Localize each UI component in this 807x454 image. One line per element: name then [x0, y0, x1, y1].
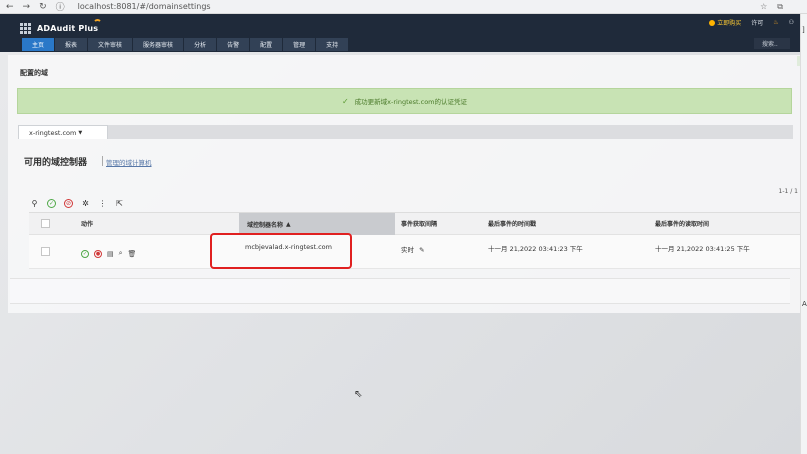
caret-down-icon: ▼: [78, 129, 83, 136]
user-icon[interactable]: ⚇: [789, 19, 794, 26]
mouse-cursor-icon: ⇖: [354, 389, 363, 400]
back-icon[interactable]: ←: [6, 2, 14, 12]
enable-icon[interactable]: ✓: [81, 249, 89, 258]
page-title: 配置的域: [20, 69, 48, 77]
interval-cell: 实时 ✎: [401, 244, 425, 254]
tab-0[interactable]: 主页: [22, 38, 55, 51]
license-link[interactable]: 许可: [751, 18, 763, 27]
disable-icon[interactable]: ⊘: [64, 199, 73, 208]
col-dc-name-label: 域控制器名称: [247, 221, 284, 229]
view-icon[interactable]: ⌕: [119, 249, 123, 258]
tab-2[interactable]: 文件审核: [88, 38, 133, 51]
delete-icon[interactable]: 🗑: [128, 250, 137, 258]
table-row: ✓ ● ▤ ⌕ 🗑 mcbjevalad.x-ringtest.com 实时 ✎…: [29, 235, 800, 269]
app-header: ADAudit Plus 立即购买 许可 ♨ ⚇ 主页 报表 文件审核 服务器审核 分析…: [0, 14, 800, 52]
col-action: 动作: [81, 221, 94, 228]
settings-icon[interactable]: ✲: [81, 199, 90, 208]
pencil-icon[interactable]: ✎: [419, 246, 424, 254]
browser-toolbar: ← → ↻ ⓘ localhost:8081/#/domainsettings …: [0, 0, 807, 14]
tab-5[interactable]: 告警: [217, 38, 250, 51]
col-dc-name[interactable]: 域控制器名称 ▲: [239, 213, 395, 235]
edge-glyph: ]: [802, 26, 805, 34]
col-last-read-time: 最后事件的读取时间: [655, 221, 710, 228]
domain-selector[interactable]: x-ringtest.com ▼: [18, 125, 108, 139]
tab-6[interactable]: 配置: [250, 38, 283, 51]
edit-icon[interactable]: ▤: [107, 250, 114, 258]
tab-4[interactable]: 分析: [184, 38, 217, 51]
col-last-event-time: 最后事件的时间戳: [488, 221, 537, 228]
header-right: 立即购买 许可 ♨ ⚇: [709, 18, 794, 27]
stop-icon[interactable]: ●: [94, 249, 102, 258]
apps-grid-icon[interactable]: [20, 23, 31, 34]
table-header: 动作 域控制器名称 ▲ 事件获取间隔 最后事件的时间戳 最后事件的读取时间: [29, 213, 800, 235]
export-icon[interactable]: ⇱: [115, 199, 124, 208]
last-read-time-cell: 十一月 21,2022 03:41:25 下午: [655, 245, 750, 253]
select-all-checkbox[interactable]: [41, 219, 50, 228]
notification-icon[interactable]: ♨: [773, 19, 778, 26]
manage-computers-link[interactable]: 管理的域计算机: [106, 157, 152, 167]
last-event-time-cell: 十一月 21,2022 03:41:23 下午: [488, 245, 583, 253]
buy-now-link[interactable]: 立即购买: [709, 18, 741, 27]
tab-7[interactable]: 管理: [283, 38, 316, 51]
browser-menu-icons[interactable]: ☆⧉: [760, 2, 793, 12]
main-tabs: 主页 报表 文件审核 服务器审核 分析 告警 配置 管理 支持: [22, 38, 349, 51]
address-bar[interactable]: localhost:8081/#/domainsettings: [78, 2, 211, 11]
interval-value: 实时: [401, 246, 414, 254]
brand-logo: ADAudit Plus: [37, 24, 99, 33]
tab-1[interactable]: 报表: [55, 38, 88, 51]
more-icon[interactable]: ⋮: [98, 199, 107, 208]
tab-8[interactable]: 支持: [316, 38, 349, 51]
content-panel: 配置的域 ✓ 成功更新域x-ringtest.com的认证凭证 x-ringte…: [8, 55, 800, 313]
info-icon[interactable]: ⓘ: [56, 0, 65, 13]
search-input[interactable]: 搜索..: [754, 38, 790, 49]
right-edge-panel: ] A: [800, 14, 807, 454]
reload-icon[interactable]: ↻: [39, 2, 47, 12]
forward-icon[interactable]: →: [23, 2, 31, 12]
row-actions: ✓ ● ▤ ⌕ 🗑: [81, 249, 136, 258]
domain-selector-label: x-ringtest.com: [29, 128, 77, 137]
table-toolbar: ⚲ ✓ ⊘ ✲ ⋮ ⇱: [30, 199, 124, 208]
lower-divider: [10, 278, 790, 304]
section-title: 可用的域控制器: [24, 158, 88, 168]
dc-table: 动作 域控制器名称 ▲ 事件获取间隔 最后事件的时间戳 最后事件的读取时间 ✓ …: [29, 212, 800, 269]
tab-3[interactable]: 服务器审核: [133, 38, 184, 51]
pager: 1-1 / 1: [778, 188, 798, 195]
logo-row: ADAudit Plus 立即购买 许可 ♨ ⚇: [0, 14, 800, 36]
brand-swoosh-icon: [93, 19, 102, 28]
sort-asc-icon: ▲: [286, 220, 291, 228]
col-interval: 事件获取间隔: [401, 221, 438, 228]
edge-glyph: A: [802, 300, 807, 308]
cart-icon: [709, 19, 716, 26]
divider: [102, 156, 103, 166]
check-icon: ✓: [341, 96, 349, 106]
row-checkbox[interactable]: [41, 247, 50, 256]
buy-now-label: 立即购买: [717, 20, 742, 27]
red-highlight-box: [210, 233, 352, 269]
domain-tab-strip: [18, 125, 793, 139]
success-banner: ✓ 成功更新域x-ringtest.com的认证凭证: [17, 88, 792, 114]
success-message: 成功更新域x-ringtest.com的认证凭证: [354, 98, 468, 106]
search-icon[interactable]: ⚲: [30, 199, 39, 208]
enable-icon[interactable]: ✓: [47, 199, 56, 208]
